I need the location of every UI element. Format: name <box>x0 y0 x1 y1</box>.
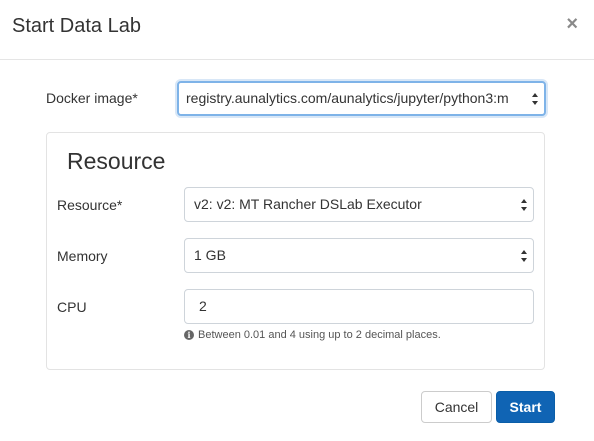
cancel-button[interactable]: Cancel <box>421 391 492 423</box>
modal-header: Start Data Lab × <box>0 0 594 60</box>
memory-label: Memory <box>57 248 108 264</box>
cpu-label: CPU <box>57 299 87 315</box>
select-caret-icon <box>521 249 527 262</box>
cpu-help-label: Between 0.01 and 4 using up to 2 decimal… <box>198 329 441 341</box>
memory-select[interactable]: 1 GB <box>184 238 534 273</box>
docker-image-select[interactable]: registry.aunalytics.com/aunalytics/jupyt… <box>177 81 546 116</box>
cpu-help-text: i Between 0.01 and 4 using up to 2 decim… <box>184 329 441 341</box>
start-data-lab-modal: Start Data Lab × Docker image* registry.… <box>0 0 594 441</box>
resource-section-title: Resource <box>67 148 166 174</box>
cpu-input[interactable]: 2 <box>184 289 534 324</box>
resource-label: Resource* <box>57 197 123 213</box>
memory-value: 1 GB <box>194 247 226 263</box>
modal-title: Start Data Lab <box>12 15 141 37</box>
resource-value: v2: v2: MT Rancher DSLab Executor <box>194 196 422 212</box>
docker-image-value: registry.aunalytics.com/aunalytics/jupyt… <box>186 90 509 106</box>
close-icon[interactable]: × <box>566 14 578 34</box>
select-caret-icon <box>532 92 538 105</box>
info-icon: i <box>184 330 194 340</box>
select-caret-icon <box>521 198 527 211</box>
start-button[interactable]: Start <box>496 391 555 423</box>
docker-image-label: Docker image* <box>46 90 138 106</box>
resource-select[interactable]: v2: v2: MT Rancher DSLab Executor <box>184 187 534 222</box>
